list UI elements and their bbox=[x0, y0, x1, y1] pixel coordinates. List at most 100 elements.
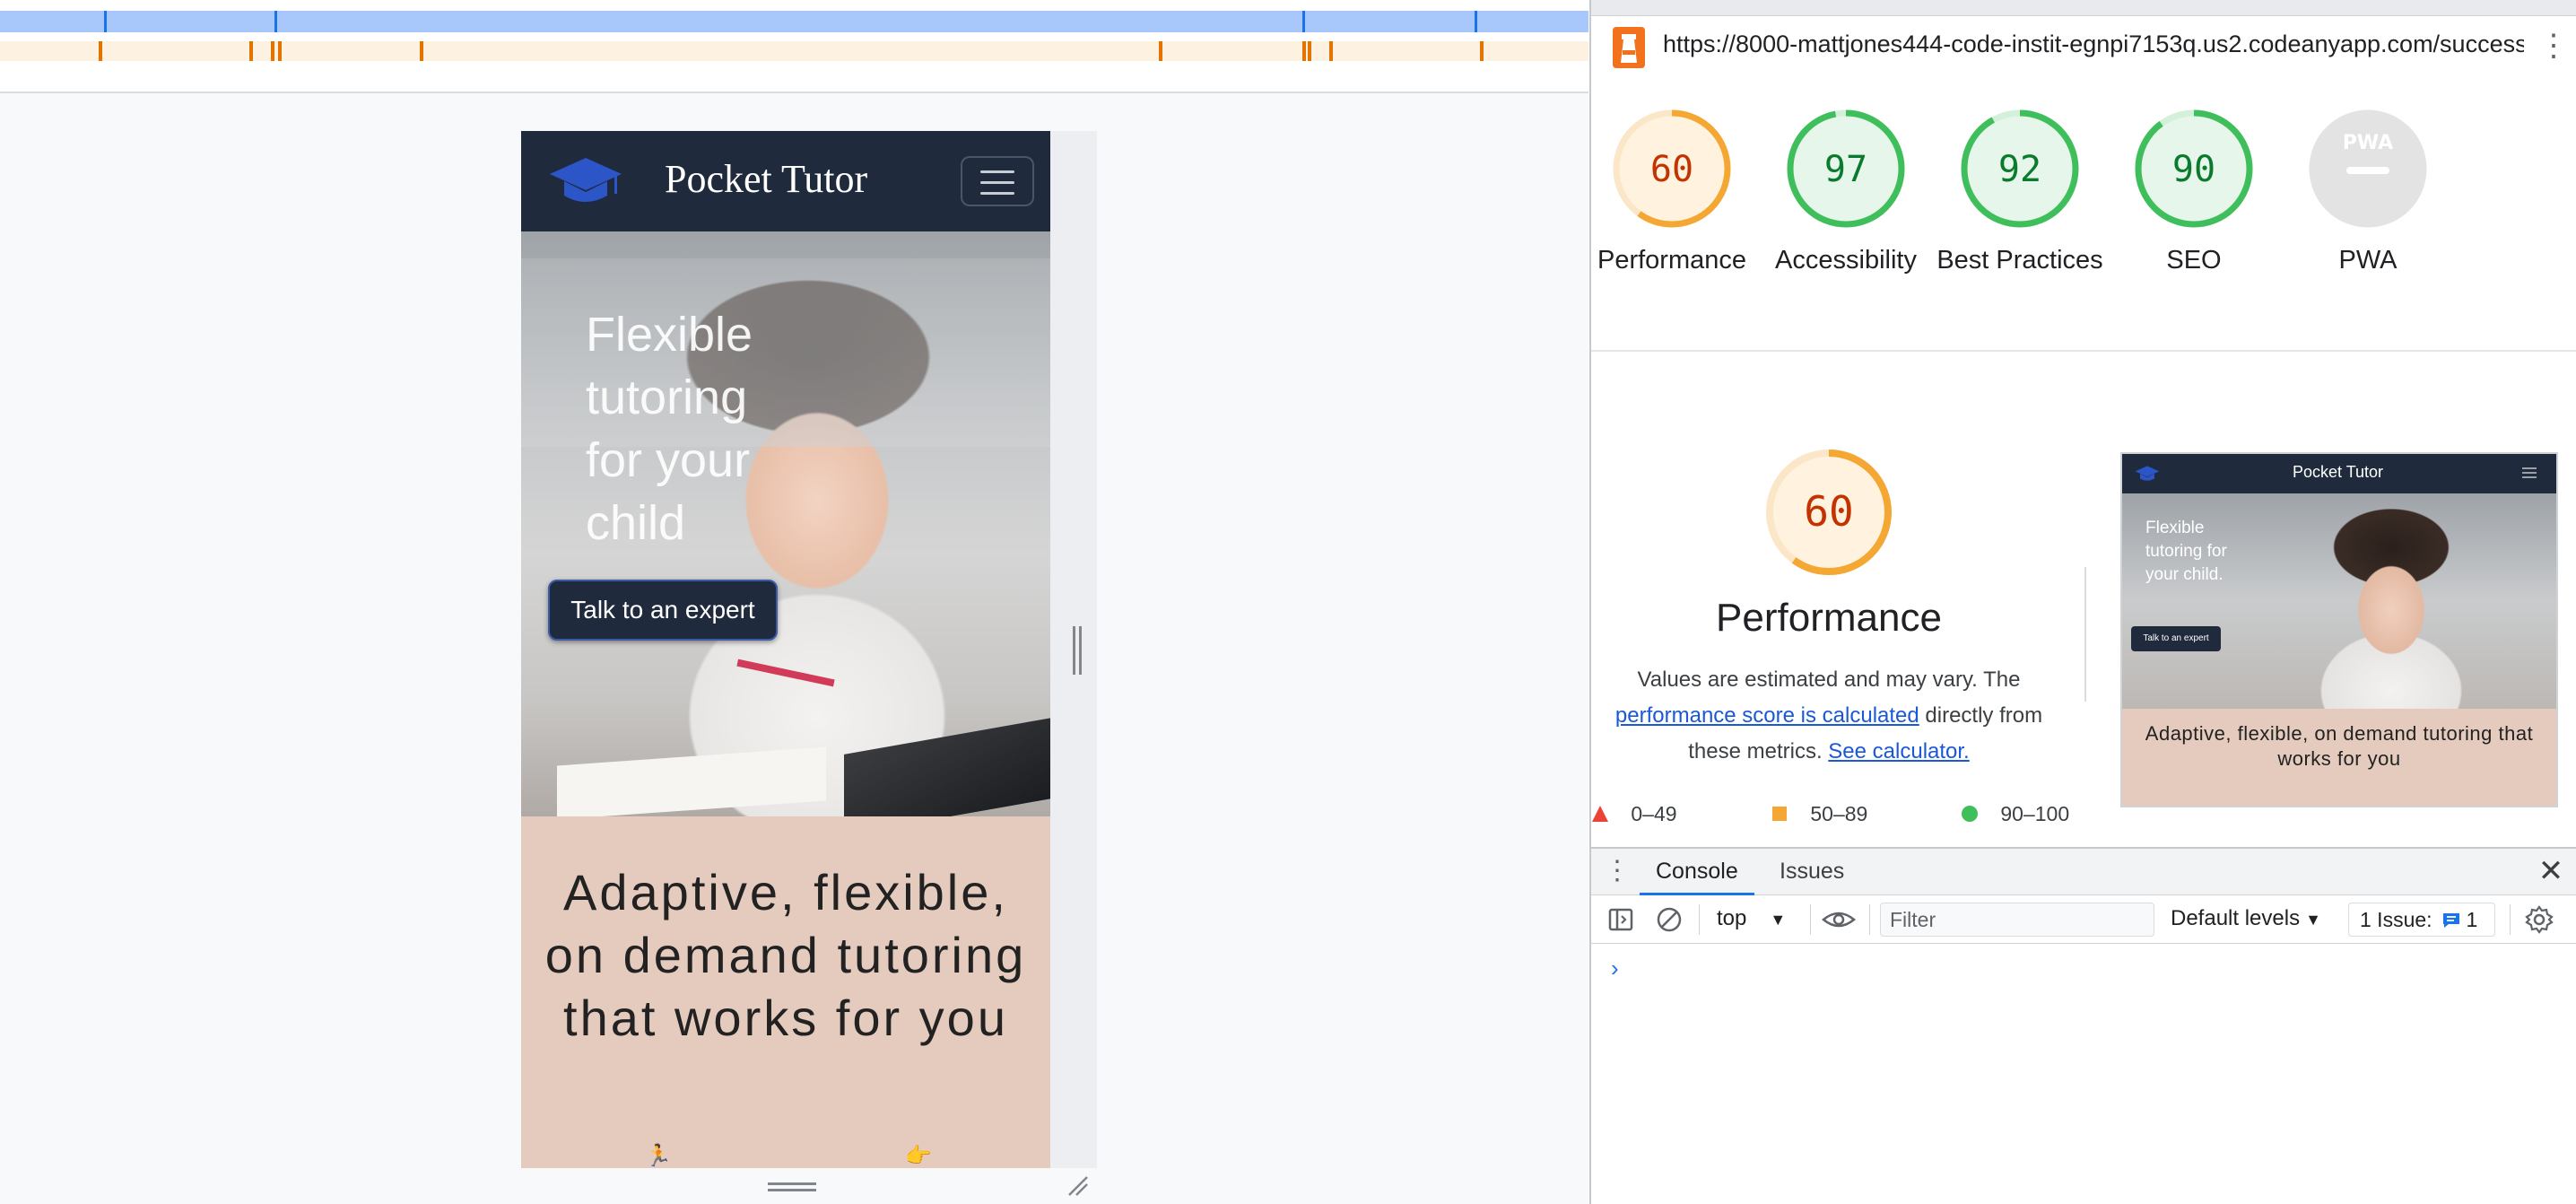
talk-to-expert-button[interactable]: Talk to an expert bbox=[548, 580, 778, 641]
score-legend: 0–49 50–89 90–100 bbox=[1591, 802, 2093, 829]
site-navbar: Pocket Tutor bbox=[521, 131, 1050, 231]
hamburger-icon bbox=[980, 181, 1014, 184]
context-value: top bbox=[1717, 906, 1747, 930]
timeline-frames-track bbox=[0, 11, 1588, 32]
issues-label: 1 Issue: bbox=[2360, 908, 2432, 931]
thumbnail-hero-title: Flexible tutoring for your child. bbox=[2145, 519, 2227, 584]
hamburger-icon bbox=[980, 170, 1014, 173]
pass-circle-icon bbox=[1962, 806, 1978, 822]
report-tab-strip bbox=[1591, 0, 2576, 16]
score-value: 90 bbox=[2172, 149, 2215, 190]
timeline-task bbox=[278, 41, 282, 61]
tagline-text: Adaptive, flexible, on demand tutoring t… bbox=[544, 864, 1027, 1046]
pwa-dash-icon bbox=[2346, 167, 2389, 174]
toolbar-separator bbox=[1699, 904, 1700, 935]
fail-triangle-icon bbox=[1592, 806, 1608, 822]
timeline-task bbox=[99, 41, 102, 61]
timeline-task bbox=[420, 41, 423, 61]
timeline-task bbox=[249, 41, 253, 61]
score-label: SEO bbox=[2166, 246, 2222, 275]
device-emulation-pane: Pocket Tutor Flexible tutoring for your … bbox=[0, 0, 1588, 1204]
issues-count: 1 bbox=[2466, 908, 2478, 931]
see-calculator-link[interactable]: See calculator. bbox=[1828, 739, 1969, 763]
resize-corner-icon[interactable] bbox=[1067, 1175, 1089, 1197]
site-brand[interactable]: Pocket Tutor bbox=[665, 156, 867, 202]
score-gauge-1[interactable]: 97 bbox=[1785, 108, 1907, 230]
timeline-task bbox=[1159, 41, 1162, 61]
navbar-toggler-button[interactable] bbox=[961, 156, 1034, 206]
drawer-menu-icon[interactable]: ⋮ bbox=[1604, 856, 1631, 888]
timeline-task bbox=[1308, 41, 1311, 61]
score-gauge-3[interactable]: 90 bbox=[2133, 108, 2255, 230]
context-selector[interactable]: top ▼ bbox=[1717, 906, 1786, 931]
devtools-panel: https://8000-mattjones444-code-instit-eg… bbox=[1589, 0, 2576, 1204]
score-label: Best Practices bbox=[1936, 246, 2103, 275]
log-levels-dropdown[interactable]: Default levels ▼ bbox=[2171, 906, 2321, 931]
score-value: 60 bbox=[1650, 149, 1693, 190]
graduation-cap-icon bbox=[2135, 466, 2160, 481]
hero-image-laptop bbox=[844, 713, 1050, 816]
console-toolbar: top ▼ Filter Default levels ▼ 1 Issue: 1 bbox=[1591, 895, 2576, 944]
thumbnail-hero: Flexible tutoring for your child. Talk t… bbox=[2122, 493, 2556, 709]
tab-issues[interactable]: Issues bbox=[1763, 849, 1860, 895]
hero-image-pencil bbox=[736, 659, 835, 687]
score-value: 92 bbox=[1998, 149, 2041, 190]
timeline-marker bbox=[1475, 11, 1477, 32]
issue-message-icon bbox=[2442, 913, 2459, 928]
thumbnail-tagline-section: Adaptive, flexible, on demand tutoring t… bbox=[2122, 709, 2556, 806]
legend-pass: 90–100 bbox=[1961, 802, 2069, 826]
score-label: Performance bbox=[1597, 246, 1746, 275]
score-gauge-0[interactable]: 60 bbox=[1611, 108, 1733, 230]
vertical-divider bbox=[2084, 567, 2086, 702]
score-calculated-link[interactable]: performance score is calculated bbox=[1615, 703, 1919, 728]
console-prompt[interactable]: › bbox=[1611, 955, 1619, 982]
console-drawer: ⋮ Console Issues ✕ top ▼ Filter Default … bbox=[1591, 847, 2576, 1204]
resize-handle-right[interactable] bbox=[1073, 626, 1082, 675]
lighthouse-icon bbox=[1613, 27, 1645, 68]
score-gauge-2[interactable]: 92 bbox=[1959, 108, 2081, 230]
close-icon[interactable]: ✕ bbox=[2535, 854, 2567, 890]
drawer-tab-bar: ⋮ Console Issues ✕ bbox=[1591, 849, 2576, 895]
tab-console[interactable]: Console bbox=[1640, 849, 1754, 895]
hero-title: Flexible tutoring for your child bbox=[586, 308, 753, 550]
issues-counter-button[interactable]: 1 Issue: 1 bbox=[2348, 903, 2495, 937]
toolbar-separator bbox=[1869, 904, 1870, 935]
section-divider bbox=[1591, 350, 2576, 352]
timeline-marker bbox=[274, 11, 277, 32]
hamburger-icon bbox=[2522, 467, 2537, 478]
timeline-task bbox=[271, 41, 274, 61]
timeline-task bbox=[1329, 41, 1333, 61]
score-label: Accessibility bbox=[1775, 246, 1917, 275]
legend-fail: 0–49 bbox=[1591, 802, 1677, 826]
tagline-section: Adaptive, flexible, on demand tutoring t… bbox=[521, 816, 1050, 1168]
legend-average: 50–89 bbox=[1771, 802, 1867, 826]
final-screenshot-thumbnail[interactable]: Pocket Tutor Flexible tutoring for your … bbox=[2120, 452, 2558, 807]
eye-icon[interactable] bbox=[1821, 904, 1857, 935]
legend-average-range: 50–89 bbox=[1810, 802, 1868, 825]
average-square-icon bbox=[1772, 807, 1787, 821]
pointing-hand-icon: 👉 bbox=[905, 1144, 932, 1168]
performance-heading: Performance bbox=[1716, 596, 1942, 640]
filter-input[interactable]: Filter bbox=[1880, 903, 2154, 937]
timeline-tasks-track bbox=[0, 41, 1588, 61]
score-value: 97 bbox=[1824, 149, 1867, 190]
device-viewport[interactable]: Pocket Tutor Flexible tutoring for your … bbox=[521, 131, 1050, 1168]
log-levels-label: Default levels bbox=[2171, 906, 2301, 930]
performance-score-value: 60 bbox=[1804, 487, 1853, 536]
timeline-task bbox=[1302, 41, 1306, 61]
sidebar-toggle-icon[interactable] bbox=[1606, 904, 1636, 935]
resize-handle-bottom[interactable] bbox=[768, 1182, 816, 1191]
graduation-cap-icon[interactable] bbox=[548, 154, 623, 208]
clear-console-icon[interactable] bbox=[1654, 904, 1684, 935]
kebab-menu-icon[interactable]: ⋮ bbox=[2538, 25, 2569, 66]
score-gauge-4[interactable]: PWA bbox=[2307, 108, 2429, 230]
legend-fail-range: 0–49 bbox=[1631, 802, 1677, 825]
legend-pass-range: 90–100 bbox=[2000, 802, 2070, 825]
report-url: https://8000-mattjones444-code-instit-eg… bbox=[1663, 31, 2524, 57]
pwa-badge-text: PWA bbox=[2343, 132, 2393, 154]
score-label: PWA bbox=[2338, 246, 2398, 275]
gear-icon[interactable] bbox=[2524, 904, 2554, 935]
thumbnail-navbar: Pocket Tutor bbox=[2122, 454, 2556, 493]
toolbar-separator bbox=[1810, 904, 1811, 935]
performance-timeline bbox=[0, 0, 1588, 93]
